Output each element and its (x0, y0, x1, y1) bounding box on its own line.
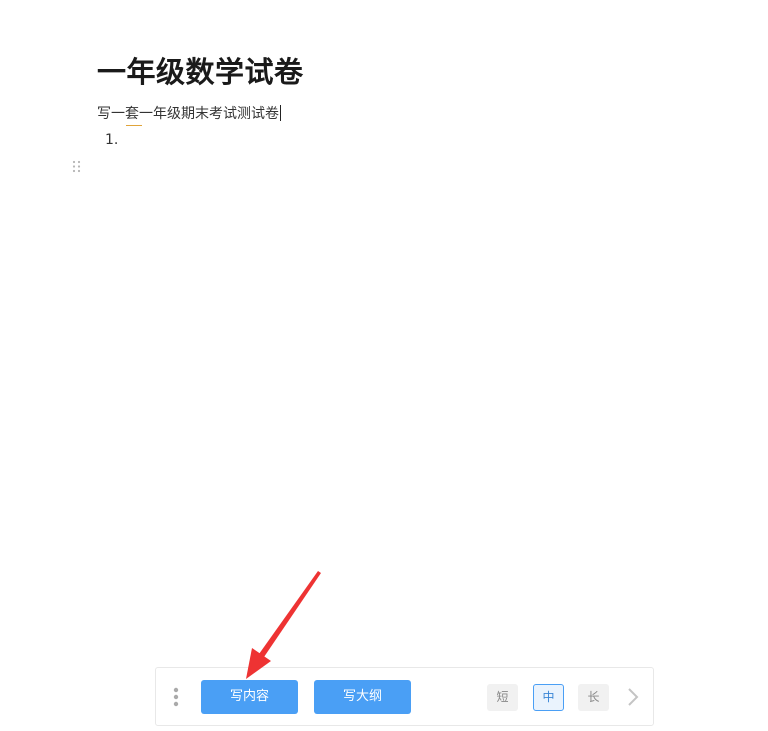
ai-writing-toolbar: 写内容 写大纲 短 中 长 (155, 667, 654, 726)
write-outline-button[interactable]: 写大纲 (314, 680, 411, 714)
ordered-list-item[interactable]: 1. (105, 131, 118, 149)
document-title[interactable]: 一年级数学试卷 (97, 49, 304, 91)
chevron-right-icon[interactable] (626, 686, 640, 708)
length-short-button[interactable]: 短 (487, 684, 518, 711)
prompt-text: 写一套一年级期末考试测试卷 (97, 106, 279, 122)
editor-page: 一年级数学试卷 写一套一年级期末考试测试卷 1. 写内容 写大纲 短 中 长 (0, 0, 768, 731)
text-cursor (280, 105, 281, 121)
length-long-button[interactable]: 长 (578, 684, 609, 711)
write-content-button[interactable]: 写内容 (201, 680, 298, 714)
prompt-text-line[interactable]: 写一套一年级期末考试测试卷 (97, 104, 281, 124)
drag-dots-icon[interactable] (72, 160, 82, 173)
length-medium-button[interactable]: 中 (533, 684, 564, 711)
spellcheck-underline (126, 125, 142, 126)
list-marker: 1. (105, 132, 119, 148)
kebab-menu-icon[interactable] (172, 687, 180, 707)
